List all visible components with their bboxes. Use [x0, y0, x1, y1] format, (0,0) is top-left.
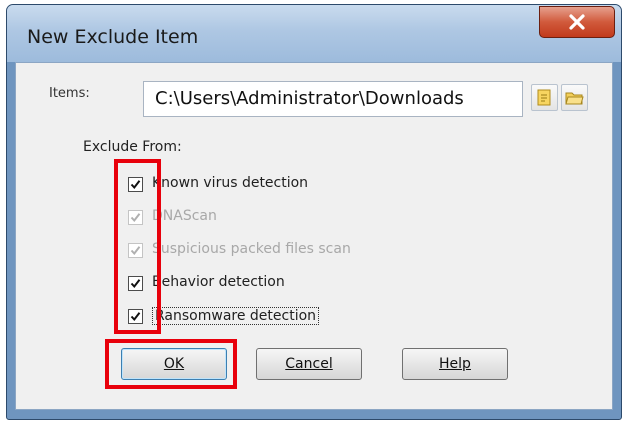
- title-bar[interactable]: New Exclude Item: [7, 5, 621, 62]
- new-file-icon: [537, 89, 551, 106]
- items-label: Items:: [49, 86, 90, 101]
- help-button-label: Help: [439, 356, 471, 372]
- exclude-from-label: Exclude From:: [83, 139, 182, 155]
- checkbox-highlight-box: [114, 159, 161, 334]
- dialog-body: Items: C:\Users\Administrator\Downloads …: [15, 62, 613, 410]
- items-path-field[interactable]: C:\Users\Administrator\Downloads: [143, 81, 523, 117]
- close-button[interactable]: [539, 6, 615, 38]
- help-button[interactable]: Help: [402, 348, 508, 380]
- dnascan-label: DNAScan: [152, 208, 217, 224]
- close-icon: [569, 14, 585, 30]
- ransomware-detection-label: Ransomware detection: [152, 307, 320, 325]
- dialog-window: New Exclude Item Items: C:\Users\Adminis…: [6, 4, 622, 420]
- open-folder-icon: [565, 92, 584, 105]
- cancel-button-label: Cancel: [285, 356, 333, 372]
- suspicious-packed-files-scan-label: Suspicious packed files scan: [152, 241, 351, 257]
- dialog-title: New Exclude Item: [27, 26, 199, 48]
- behavior-detection-label: Behavior detection: [152, 274, 285, 290]
- ok-highlight-box: [105, 339, 237, 389]
- cancel-button[interactable]: Cancel: [256, 348, 362, 380]
- browse-button[interactable]: [561, 84, 588, 111]
- new-item-button[interactable]: [531, 84, 558, 111]
- known-virus-detection-label: Known virus detection: [152, 175, 309, 191]
